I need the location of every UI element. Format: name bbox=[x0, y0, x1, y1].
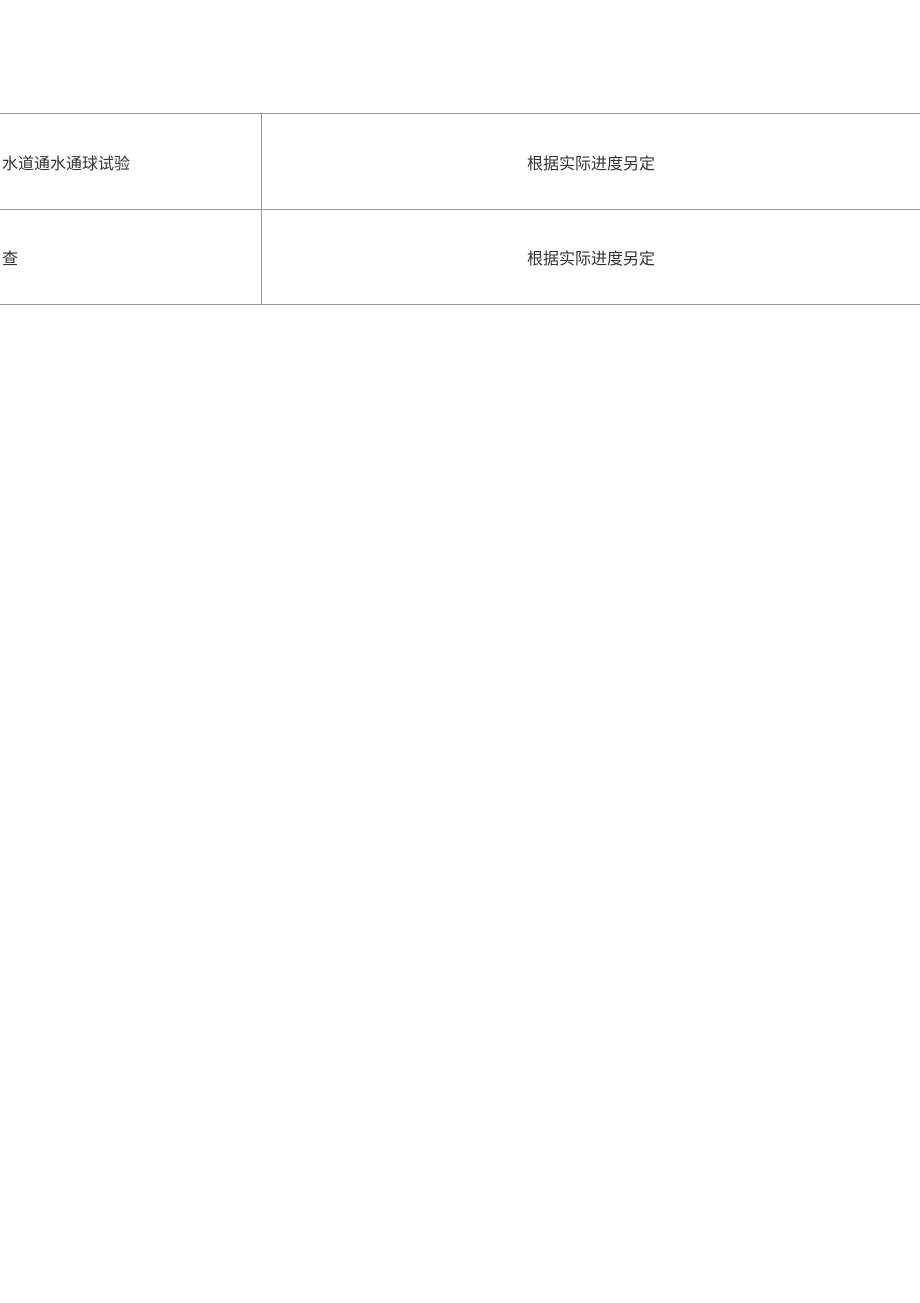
cell-text: 根据实际进度另定 bbox=[527, 150, 655, 174]
table-cell-left: 水道通水通球试验 bbox=[0, 114, 262, 209]
table-cell-right: 根据实际进度另定 bbox=[262, 114, 920, 209]
table-row: 水道通水通球试验 根据实际进度另定 bbox=[0, 113, 920, 209]
cell-text: 水道通水通球试验 bbox=[2, 150, 130, 174]
cell-text: 查 bbox=[2, 245, 18, 269]
table-cell-left: 查 bbox=[0, 210, 262, 304]
table-cell-right: 根据实际进度另定 bbox=[262, 210, 920, 304]
table-row: 查 根据实际进度另定 bbox=[0, 209, 920, 305]
data-table: 水道通水通球试验 根据实际进度另定 查 根据实际进度另定 bbox=[0, 113, 920, 305]
cell-text: 根据实际进度另定 bbox=[527, 245, 655, 269]
